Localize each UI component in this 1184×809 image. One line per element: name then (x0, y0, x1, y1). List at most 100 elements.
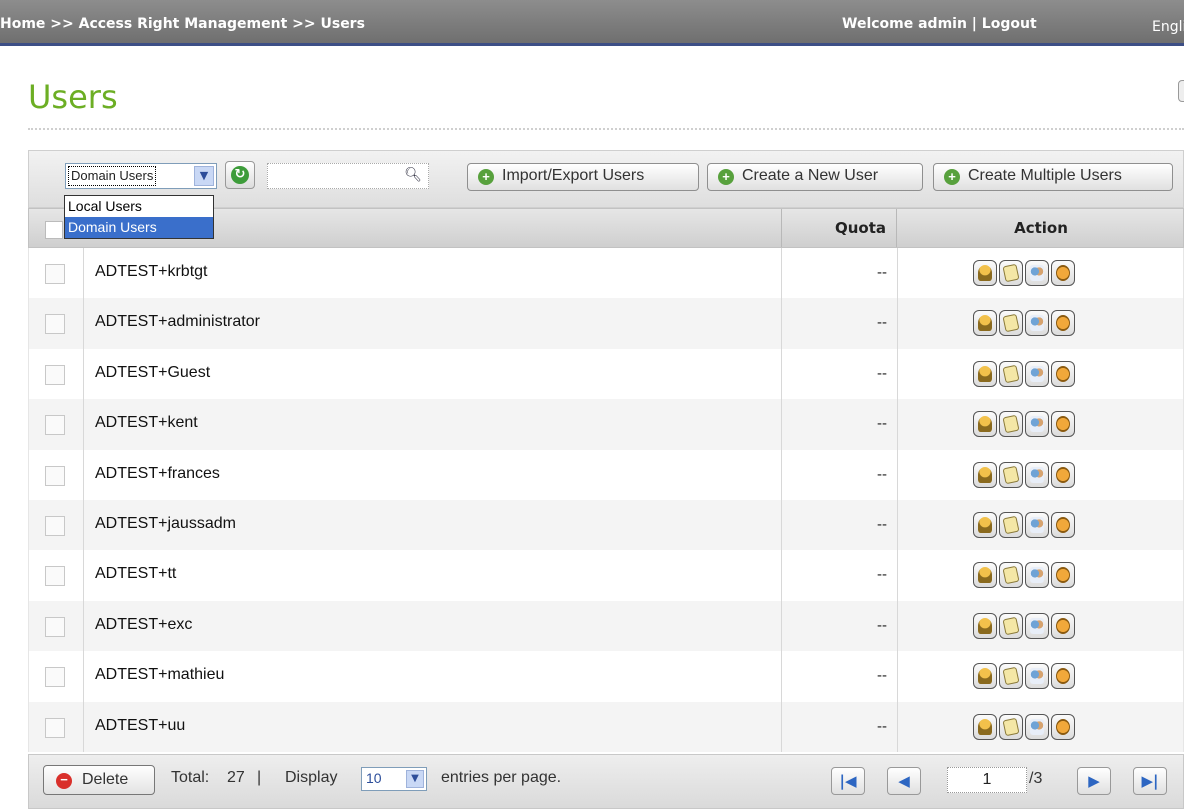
welcome-logout[interactable]: Welcome admin | Logout (842, 16, 1037, 32)
user-group-button[interactable] (1025, 411, 1049, 438)
first-page-button[interactable]: |◀ (831, 767, 865, 795)
action-buttons (973, 360, 1075, 387)
table-row[interactable]: ADTEST+kent -- (28, 399, 1184, 450)
table-row[interactable]: ADTEST+krbtgt -- (28, 248, 1184, 299)
table-row[interactable]: ADTEST+exc -- (28, 600, 1184, 652)
row-checkbox[interactable] (45, 264, 65, 284)
share-folder-button[interactable] (1051, 663, 1075, 690)
search-field[interactable]: 🔍︎ (267, 163, 429, 189)
row-checkbox[interactable] (45, 415, 65, 436)
table-row[interactable]: ADTEST+tt -- (28, 550, 1184, 601)
share-folder-button[interactable] (1051, 511, 1075, 538)
share-folder-button[interactable] (1051, 562, 1075, 589)
divider (897, 550, 898, 601)
breadcrumb[interactable]: Home >> Access Right Management >> Users (0, 16, 365, 32)
next-page-button[interactable]: ▶ (1077, 767, 1111, 795)
refresh-button[interactable]: ↻ (225, 161, 255, 189)
search-input[interactable] (270, 165, 400, 187)
last-page-button[interactable]: ▶| (1133, 767, 1167, 795)
share-folder-button[interactable] (1051, 461, 1075, 488)
row-checkbox[interactable] (45, 717, 65, 738)
separator: | (257, 769, 262, 786)
search-icon[interactable]: 🔍︎ (404, 167, 422, 183)
table-row[interactable]: ADTEST+jaussadm -- (28, 499, 1184, 551)
user-group-button[interactable] (1025, 461, 1049, 488)
table-row[interactable]: ADTEST+Guest -- (28, 348, 1184, 400)
entries-per-page-select[interactable]: 10 ▼ (361, 767, 427, 791)
key-button[interactable] (973, 310, 997, 337)
help-button[interactable] (1178, 80, 1184, 102)
prev-page-button[interactable]: ◀ (887, 767, 921, 795)
quota-cell: -- (877, 616, 887, 634)
edit-button[interactable] (999, 461, 1023, 488)
key-button[interactable] (973, 663, 997, 690)
key-icon (978, 668, 992, 685)
key-button[interactable] (973, 612, 997, 639)
divider (83, 550, 84, 601)
key-button[interactable] (973, 411, 997, 438)
column-quota[interactable]: Quota (781, 209, 897, 247)
edit-button[interactable] (999, 411, 1023, 438)
user-group-button[interactable] (1025, 360, 1049, 387)
action-buttons (973, 612, 1075, 639)
key-button[interactable] (973, 260, 997, 286)
edit-button[interactable] (999, 260, 1023, 286)
row-checkbox[interactable] (45, 364, 65, 385)
option-domain-users[interactable]: Domain Users (65, 217, 213, 238)
share-folder-button[interactable] (1051, 713, 1075, 740)
key-button[interactable] (973, 461, 997, 488)
share-folder-button[interactable] (1051, 260, 1075, 286)
create-multiple-users-button[interactable]: + Create Multiple Users (933, 163, 1173, 191)
share-folder-button[interactable] (1051, 310, 1075, 337)
current-page-input[interactable]: 1 (947, 767, 1027, 793)
share-folder-button[interactable] (1051, 360, 1075, 387)
key-button[interactable] (973, 360, 997, 387)
edit-button[interactable] (999, 310, 1023, 337)
key-button[interactable] (973, 562, 997, 589)
import-export-users-button[interactable]: + Import/Export Users (467, 163, 699, 191)
user-group-button[interactable] (1025, 663, 1049, 690)
divider (897, 248, 898, 299)
table-row[interactable]: ADTEST+uu -- (28, 701, 1184, 752)
delete-button[interactable]: − Delete (43, 765, 155, 795)
key-button[interactable] (973, 713, 997, 740)
share-folder-icon (1056, 315, 1070, 332)
edit-button[interactable] (999, 612, 1023, 639)
key-button[interactable] (973, 511, 997, 538)
share-folder-button[interactable] (1051, 612, 1075, 639)
divider (83, 499, 84, 551)
row-checkbox[interactable] (45, 566, 65, 587)
row-checkbox[interactable] (45, 515, 65, 536)
row-checkbox[interactable] (45, 314, 65, 335)
edit-button[interactable] (999, 511, 1023, 538)
chevron-down-icon[interactable]: ▼ (406, 770, 424, 788)
user-group-button[interactable] (1025, 511, 1049, 538)
users-table: Quota Action ADTEST+krbtgt -- ADTEST+admin… (28, 208, 1184, 752)
total-value: 27 (227, 769, 245, 786)
row-checkbox[interactable] (45, 667, 65, 688)
username-cell: ADTEST+Guest (95, 363, 211, 381)
row-checkbox[interactable] (45, 616, 65, 637)
table-row[interactable]: ADTEST+mathieu -- (28, 651, 1184, 702)
share-folder-button[interactable] (1051, 411, 1075, 438)
edit-button[interactable] (999, 713, 1023, 740)
user-type-select[interactable]: Domain Users ▼ (65, 163, 217, 189)
add-icon: + (478, 169, 494, 185)
edit-button[interactable] (999, 360, 1023, 387)
table-row[interactable]: ADTEST+frances -- (28, 449, 1184, 500)
user-group-button[interactable] (1025, 310, 1049, 337)
user-group-button[interactable] (1025, 713, 1049, 740)
select-all-checkbox[interactable] (45, 221, 63, 239)
create-new-user-button[interactable]: + Create a New User (707, 163, 923, 191)
chevron-down-icon[interactable]: ▼ (194, 166, 214, 186)
table-row[interactable]: ADTEST+administrator -- (28, 298, 1184, 349)
row-checkbox[interactable] (45, 465, 65, 486)
user-group-button[interactable] (1025, 612, 1049, 639)
edit-button[interactable] (999, 663, 1023, 690)
action-buttons (973, 411, 1075, 438)
option-local-users[interactable]: Local Users (65, 196, 213, 217)
language-selector[interactable]: Englis (1152, 19, 1184, 35)
user-group-button[interactable] (1025, 562, 1049, 589)
edit-button[interactable] (999, 562, 1023, 589)
user-group-button[interactable] (1025, 260, 1049, 286)
